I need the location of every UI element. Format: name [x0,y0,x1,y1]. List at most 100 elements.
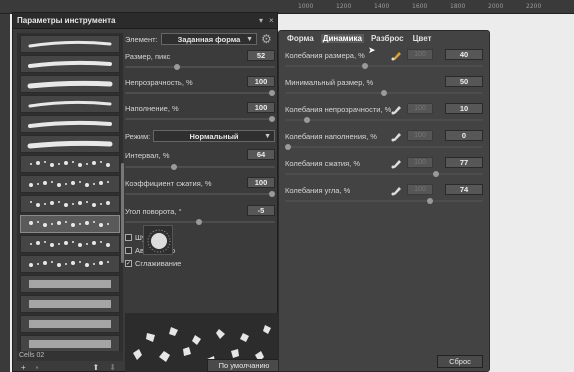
brush-stroke-icon [30,161,110,167]
size-slider-knob[interactable] [173,64,180,70]
import-brush-icon[interactable]: ⬆ [93,363,100,372]
tab-scatter[interactable]: Разброс [369,34,406,43]
pressure-value-field[interactable]: 100 [407,157,433,168]
dynamics-slider-knob[interactable] [304,117,311,123]
brush-item[interactable] [20,35,120,53]
delete-brush-icon[interactable]: ▪ [36,363,39,372]
brush-item[interactable] [20,155,120,173]
pen-pressure-icon[interactable] [391,50,403,61]
fill-input[interactable]: 100 [247,102,275,113]
pen-pressure-icon[interactable] [391,104,403,115]
brush-item[interactable] [20,95,120,113]
dynamics-value-input[interactable]: 10 [445,103,483,114]
brush-item[interactable] [20,135,120,153]
opacity-input[interactable]: 100 [247,76,275,87]
dynamics-row-label: Колебания сжатия, % [285,159,360,168]
dynamics-slider[interactable] [285,117,483,123]
tool-settings-panel: Параметры инструмента ▾ × Cells 02 + ▪ ⬆… [12,12,281,372]
dynamics-slider[interactable] [285,63,483,69]
size-input[interactable]: 52 [247,50,275,61]
pen-pressure-graphic [391,187,401,196]
reset-button[interactable]: Сброс [437,355,483,368]
brush-list-scrollbar[interactable] [121,163,124,263]
brush-list-toolbar: + ▪ ⬆ ⬇ [17,363,123,372]
dynamics-row-label: Колебания наполнения, % [285,132,377,141]
add-brush-icon[interactable]: + [21,363,26,372]
compress-slider-knob[interactable] [269,191,275,197]
compress-label: Коэффициент сжатия, % [125,179,212,188]
dynamics-slider-knob[interactable] [285,144,291,150]
size-slider[interactable] [125,64,275,70]
interval-slider-knob[interactable] [171,164,178,170]
dynamics-value-input[interactable]: 50 [445,76,483,87]
smoothing-checkbox[interactable]: ✓ Сглаживание [125,259,181,268]
brush-list[interactable] [17,33,123,359]
brush-stroke-icon [28,120,112,128]
dynamics-slider[interactable] [285,171,483,177]
brush-stroke-icon [29,320,111,328]
fill-slider[interactable] [125,116,275,122]
dynamics-slider[interactable] [285,90,483,96]
brush-stroke-icon [27,140,113,149]
brush-item[interactable] [20,295,120,313]
compress-input[interactable]: 100 [247,177,275,188]
dynamics-slider-knob[interactable] [381,90,387,96]
brush-stroke-icon [29,261,109,267]
dynamics-value-input[interactable]: 40 [445,49,483,60]
close-icon[interactable]: × [269,16,274,25]
tab-shape[interactable]: Форма [285,34,316,43]
brush-item[interactable] [20,235,120,253]
tab-color[interactable]: Цвет [411,34,434,43]
brush-item[interactable] [20,255,120,273]
export-brush-icon[interactable]: ⬇ [109,363,116,372]
blend-mode-select[interactable]: Нормальный ▼ [153,130,275,142]
angle-slider-knob[interactable] [195,219,202,225]
dynamics-slider[interactable] [285,144,483,150]
noise-checkbox-box[interactable] [125,234,132,241]
pressure-value-field[interactable]: 100 [407,130,433,141]
pen-pressure-icon[interactable] [391,158,403,169]
opacity-slider-knob[interactable] [269,90,275,96]
gear-icon[interactable]: ⚙ [261,32,272,46]
brush-item[interactable] [20,275,120,293]
pressure-value-field[interactable]: 100 [407,184,433,195]
collapse-icon[interactable]: ▾ [259,16,263,25]
pen-pressure-icon[interactable] [391,185,403,196]
default-button[interactable]: По умолчанию [207,359,281,372]
mouse-cursor-icon: ➤ [368,45,376,55]
brush-item[interactable] [20,75,120,93]
brush-item[interactable] [20,55,120,73]
dynamics-slider[interactable] [285,198,483,204]
pen-pressure-icon[interactable] [391,131,403,142]
pen-pressure-graphic [391,106,401,115]
pressure-value-field[interactable]: 100 [407,103,433,114]
interval-input[interactable]: 64 [247,149,275,160]
brush-item[interactable] [20,215,120,233]
compress-slider[interactable] [125,191,275,197]
dynamics-slider-knob[interactable] [427,198,434,204]
tab-dynamics[interactable]: Динамика [320,34,364,43]
dynamics-slider-knob[interactable] [432,171,439,177]
ruler-tick: 1000 [298,3,314,10]
brush-dynamics-panel: Форма Динамика Разброс Цвет ➤ Колебания … [278,30,490,372]
dynamics-value-input[interactable]: 77 [445,157,483,168]
brush-item[interactable] [20,115,120,133]
brush-item[interactable] [20,195,120,213]
element-select[interactable]: Заданная форма ▼ [161,33,257,45]
brush-stroke-icon [29,181,109,187]
interval-slider[interactable] [125,164,275,170]
opacity-slider[interactable] [125,90,275,96]
dynamics-slider-knob[interactable] [361,63,368,69]
angle-input[interactable]: -5 [247,205,275,216]
dynamics-value-input[interactable]: 74 [445,184,483,195]
smoothing-checkbox-box[interactable]: ✓ [125,260,132,267]
pressure-value-field[interactable]: 100 [407,49,433,60]
angle-slider[interactable] [125,219,275,225]
autorepeat-checkbox-box[interactable] [125,247,132,254]
panel-header[interactable]: Параметры инструмента ▾ × [13,13,277,29]
ruler-tick: 2000 [488,3,504,10]
dynamics-value-input[interactable]: 0 [445,130,483,141]
brush-item[interactable] [20,175,120,193]
brush-item[interactable] [20,315,120,333]
fill-slider-knob[interactable] [269,116,275,122]
